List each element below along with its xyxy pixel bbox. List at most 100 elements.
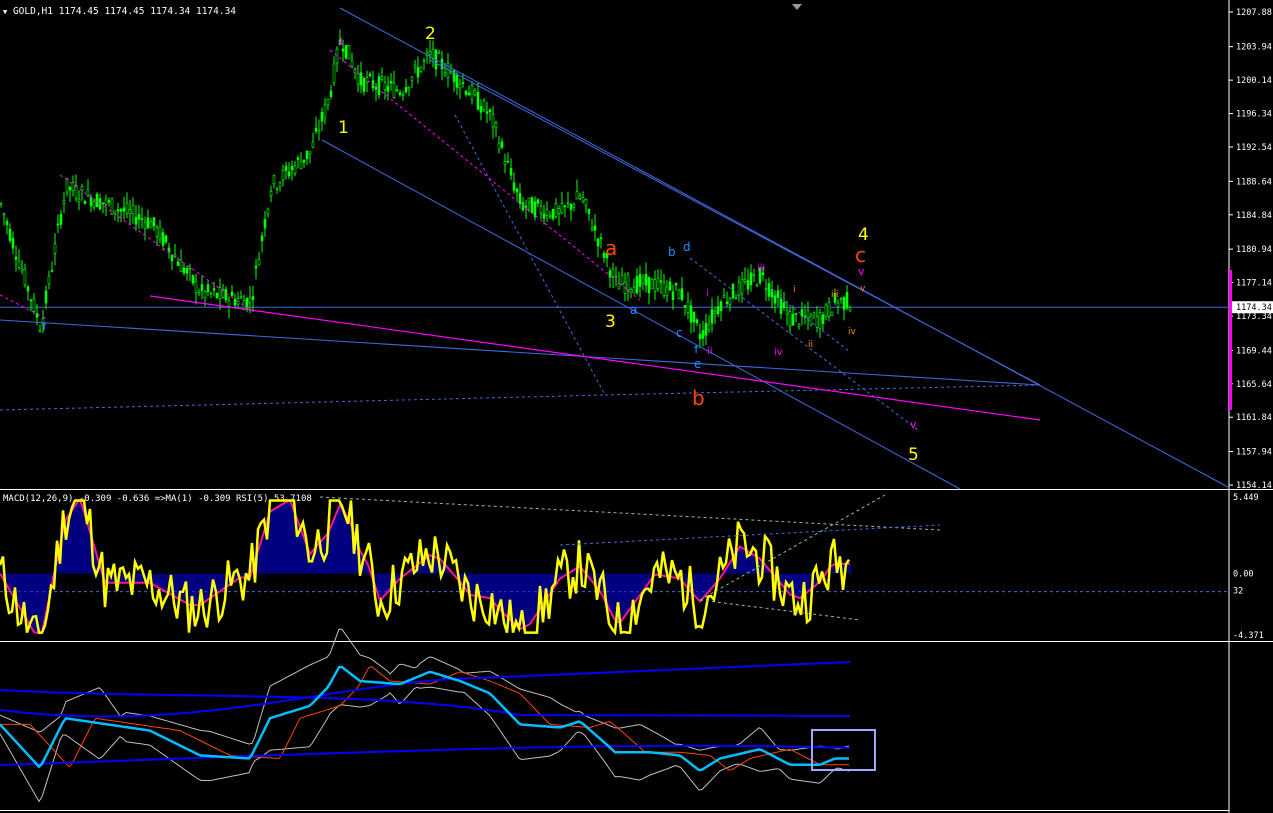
wave-label: iii — [831, 290, 839, 300]
candle-body — [341, 48, 345, 52]
candle-body — [239, 296, 243, 299]
wave-label: d — [683, 240, 691, 254]
candle-body — [596, 238, 600, 247]
candle-body — [698, 333, 702, 340]
candle-body — [29, 299, 33, 302]
candle-body — [86, 189, 90, 196]
candle-body — [428, 50, 432, 55]
candle-body — [695, 319, 699, 324]
candle-body — [266, 208, 270, 214]
scroll-marker-icon[interactable] — [792, 4, 802, 10]
candle-body — [785, 310, 789, 315]
channel-line — [0, 319, 1041, 386]
candle-body — [143, 221, 147, 229]
candle-body — [83, 200, 87, 205]
candle-body — [176, 261, 180, 266]
candle-body — [701, 330, 705, 339]
candle-body — [164, 235, 168, 243]
candle-body — [50, 270, 54, 272]
macd-tick-label: 0.00 — [1233, 570, 1253, 580]
candle-body — [692, 311, 696, 323]
candle-body — [542, 213, 546, 219]
candle-body — [110, 198, 114, 215]
wave-label: ii — [808, 340, 813, 350]
candle-body — [56, 223, 60, 226]
candle-body — [158, 226, 162, 239]
candle-body — [491, 113, 495, 128]
chart-canvas[interactable]: ↑↓↑12345abcabcdeiiiiiiivvviiiiiiivv MACD… — [0, 0, 1273, 813]
candle-body — [800, 309, 804, 317]
candle-body — [809, 315, 813, 326]
candle-body — [161, 232, 165, 246]
candle-body — [791, 313, 795, 326]
candle-body — [443, 72, 447, 76]
candle-body — [215, 292, 219, 298]
candle-body — [746, 280, 750, 290]
wave-label: iii — [757, 263, 765, 274]
support-line-dashed — [0, 294, 46, 319]
candle-body — [647, 276, 651, 294]
candle-body — [686, 301, 690, 313]
candle-body — [290, 165, 294, 171]
dropdown-arrow-icon[interactable]: ▼ — [3, 8, 7, 16]
macd-trend-line — [559, 524, 941, 546]
candle-body — [545, 209, 549, 216]
candle-body — [794, 312, 798, 315]
down-arrow-icon: ↓ — [337, 33, 345, 49]
candle-body — [122, 207, 126, 212]
macd-tick-label: 32 — [1233, 586, 1243, 596]
candle-body — [422, 59, 426, 62]
candle-body — [314, 127, 318, 132]
candle-body — [263, 219, 267, 229]
candle-body — [497, 142, 501, 150]
candle-body — [821, 314, 825, 325]
candle-body — [638, 274, 642, 287]
candle-body — [464, 90, 468, 95]
symbol-line: GOLD,H1 1174.45 1174.45 1174.34 1174.34 — [12, 6, 237, 17]
macd-panel: MACD(12,26,9) -0.309 -0.636 =>MA(1) -0.3… — [0, 494, 1229, 636]
candle-body — [644, 273, 648, 286]
header-label: ▼ GOLD,H1 1174.45 1174.45 1174.34 1174.3… — [3, 6, 236, 17]
candle-body — [551, 209, 555, 219]
candle-body — [347, 44, 351, 60]
wave-label: e — [694, 357, 701, 371]
channel-line — [339, 7, 1229, 488]
scroll-bar[interactable] — [1229, 270, 1232, 410]
candle-body — [626, 274, 630, 291]
candle-body — [287, 171, 291, 177]
candle-body — [437, 52, 441, 54]
candle-body — [641, 276, 645, 284]
candle-body — [614, 275, 618, 278]
candle-body — [188, 268, 192, 270]
candle-body — [566, 202, 570, 205]
candle-body — [740, 278, 744, 294]
candle-body — [92, 201, 96, 208]
candle-body — [47, 275, 51, 285]
candle-body — [599, 237, 603, 240]
candle-body — [254, 265, 258, 269]
candle-body — [560, 202, 564, 214]
primary-line — [0, 665, 849, 772]
candle-body — [677, 289, 681, 299]
candle-body — [557, 208, 561, 214]
candle-body — [2, 213, 6, 216]
candle-body — [191, 275, 195, 284]
candle-body — [62, 200, 66, 205]
candle-body — [293, 165, 297, 174]
wave-label: c — [855, 243, 866, 267]
candle-body — [233, 299, 237, 306]
candle-body — [734, 297, 738, 300]
candle-body — [569, 203, 573, 211]
wave-label: 1 — [338, 118, 349, 138]
wave-label: v — [858, 265, 865, 278]
candle-body — [335, 48, 339, 64]
candle-body — [581, 197, 585, 202]
candle-body — [20, 267, 24, 272]
candle-body — [119, 208, 123, 212]
candle-body — [665, 286, 669, 296]
wave-label: a — [630, 303, 637, 317]
candle-body — [125, 202, 129, 214]
candle-body — [308, 151, 312, 155]
candle-body — [5, 221, 9, 226]
candle-body — [401, 93, 405, 96]
